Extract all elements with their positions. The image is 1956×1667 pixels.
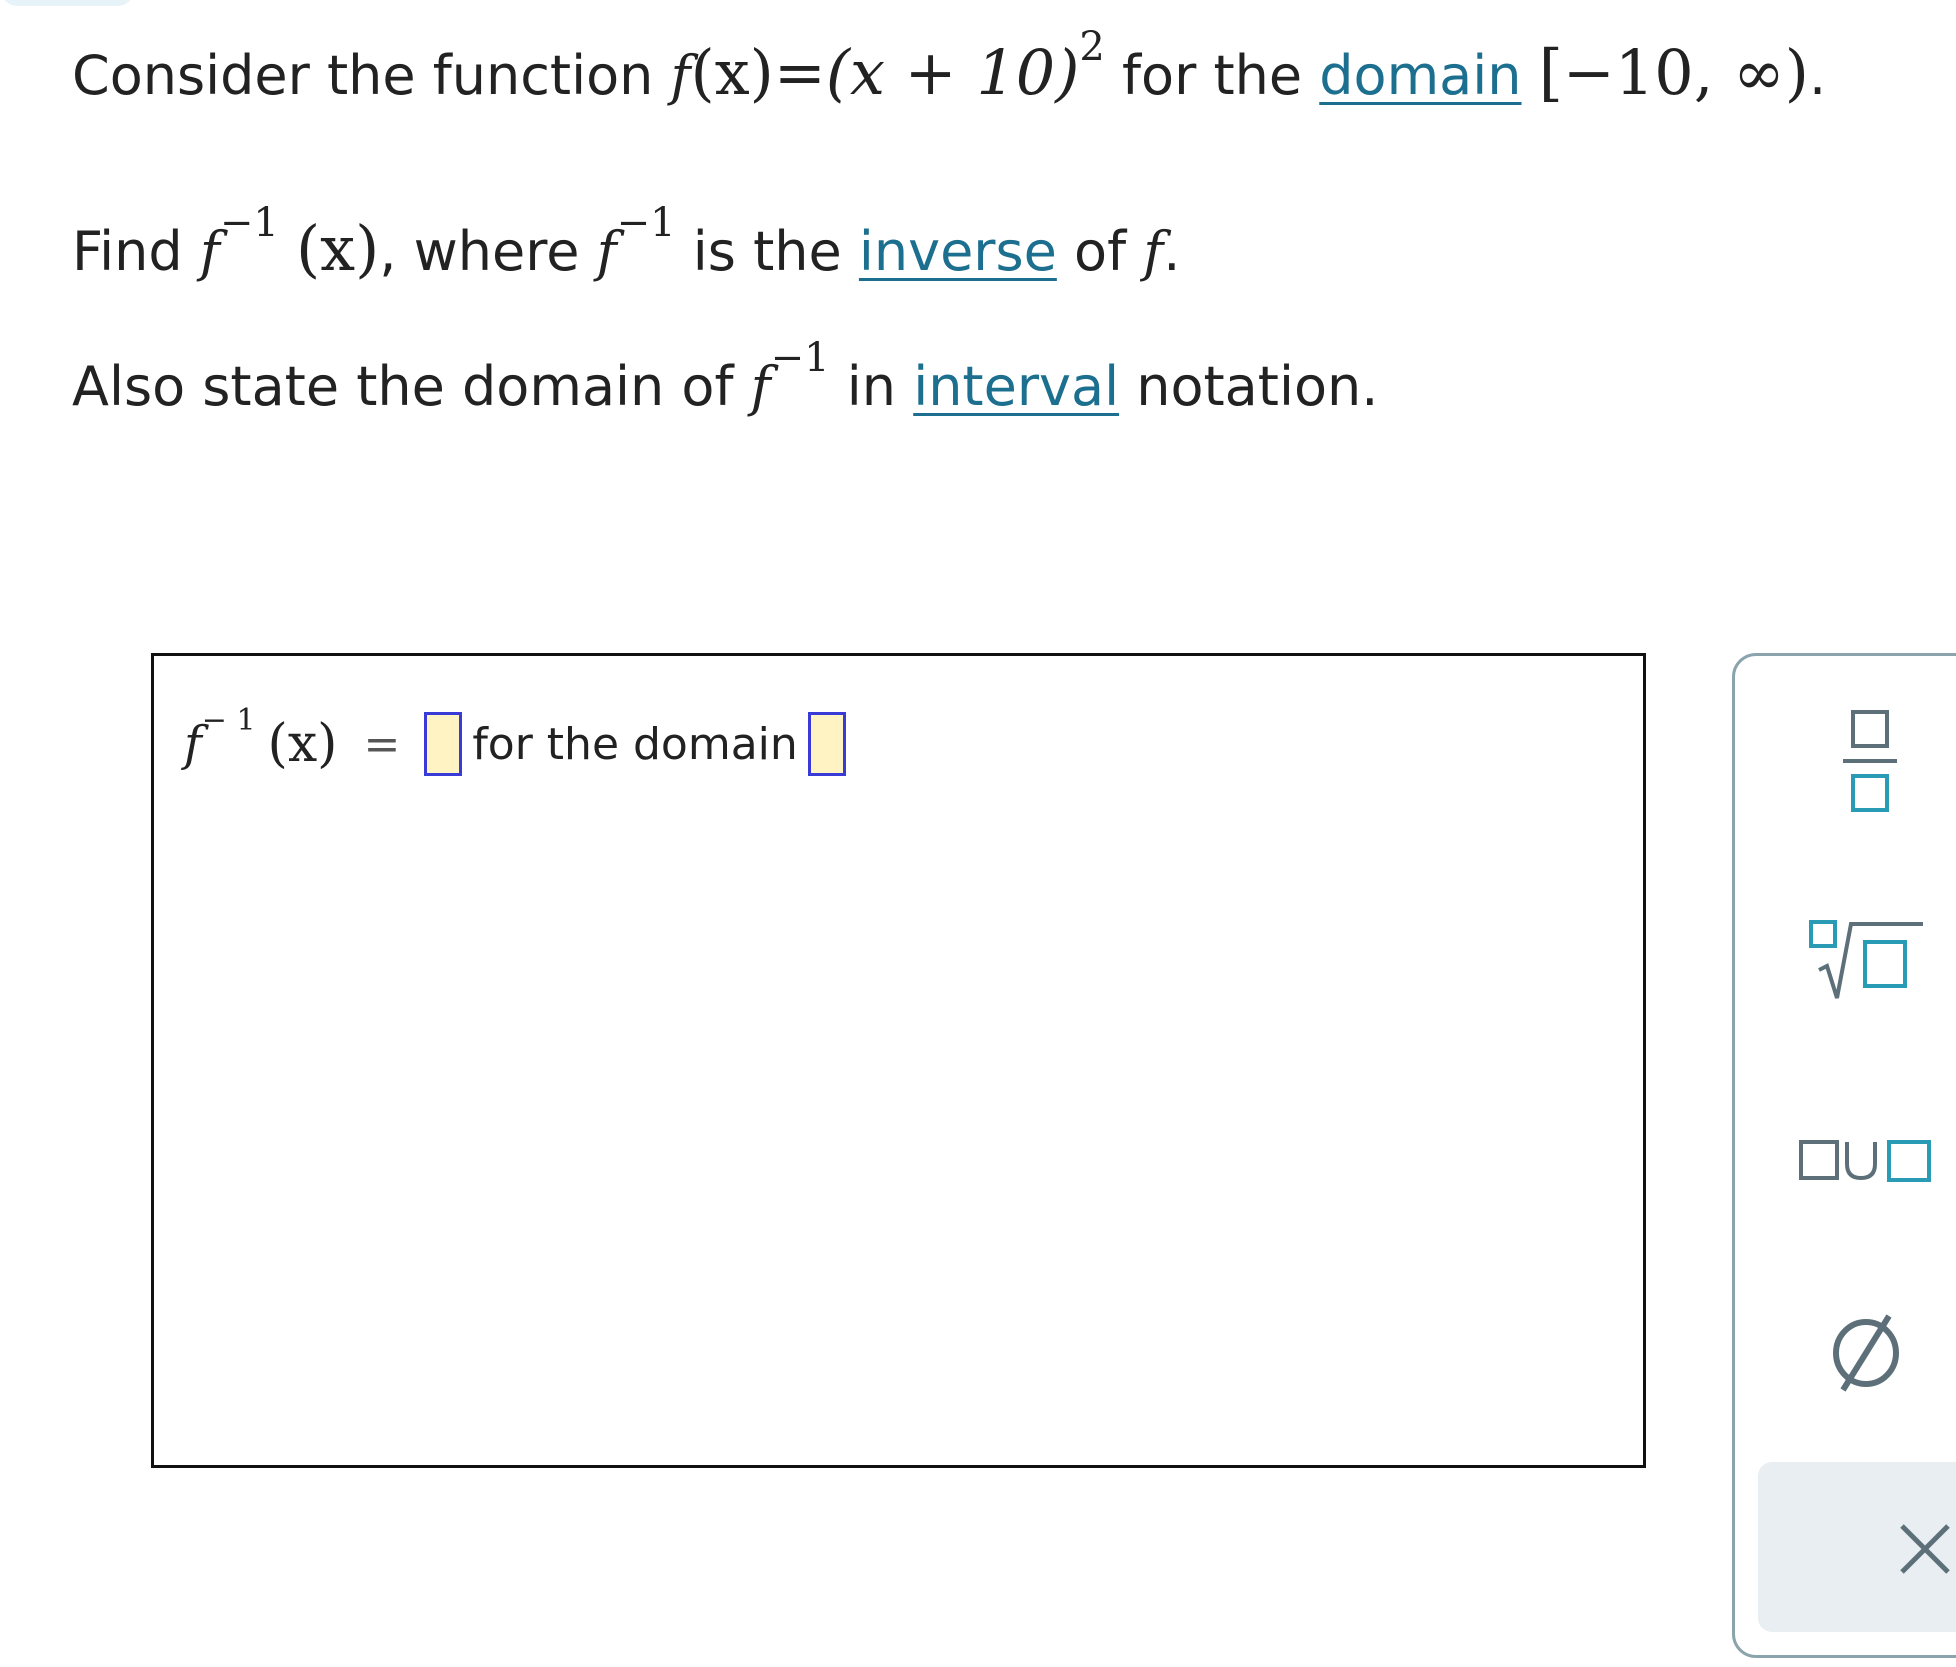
inverse-exponent-2: −1 xyxy=(616,200,676,246)
line1-mid: for the xyxy=(1122,44,1303,107)
empty-set-button[interactable] xyxy=(1821,1306,1911,1399)
line3-mid: in xyxy=(846,355,897,418)
problem-statement-line-3: Also state the domain of f−1 in interval… xyxy=(72,338,1378,414)
line3-end: notation. xyxy=(1136,355,1379,418)
inverse-arg: (x) xyxy=(295,212,380,285)
top-tab xyxy=(0,0,135,6)
inverse-exponent-3: −1 xyxy=(770,335,830,381)
nth-root-button[interactable] xyxy=(1807,918,1925,1007)
answer-box: f − 1 (x) = for the domain xyxy=(151,653,1646,1468)
function-exponent: 2 xyxy=(1079,24,1105,70)
math-toolbar xyxy=(1732,653,1956,1658)
for-the-domain-label: for the domain xyxy=(472,718,798,770)
union-button[interactable] xyxy=(1797,1132,1937,1191)
given-domain-interval: [−10, ∞) xyxy=(1538,36,1809,109)
inverse-exponent: −1 xyxy=(219,200,279,246)
line1-prefix: Consider the function xyxy=(72,44,654,107)
domain-link[interactable]: domain xyxy=(1319,44,1521,107)
equals-sign: = xyxy=(773,36,826,109)
inverse-function-input[interactable] xyxy=(424,712,463,776)
inverse-f: f xyxy=(199,220,220,283)
line3-prefix: Also state the domain of xyxy=(72,355,734,418)
line1-end: . xyxy=(1808,44,1827,107)
function-expression: (x + 10) xyxy=(825,36,1080,109)
close-icon xyxy=(1900,1524,1950,1574)
inverse-f-2: f xyxy=(596,220,617,283)
domain-input[interactable] xyxy=(807,712,846,776)
line2-prefix: Find xyxy=(72,220,183,283)
answer-equals: = xyxy=(363,718,401,770)
line2-mid2: is the xyxy=(692,220,842,283)
nth-root-icon xyxy=(1809,920,1923,999)
line2-mid3: of xyxy=(1074,220,1127,283)
fraction-icon xyxy=(1843,710,1897,812)
problem-statement-line-1: Consider the function f(x)=(x + 10)2 for… xyxy=(72,27,1827,107)
function-name: f xyxy=(670,44,691,107)
line2-end: . xyxy=(1163,220,1181,283)
function-arg: (x) xyxy=(690,36,774,109)
clear-button[interactable] xyxy=(1758,1462,1956,1632)
answer-f: f xyxy=(184,716,202,772)
f-symbol: f xyxy=(1143,220,1164,283)
fraction-button[interactable] xyxy=(1839,708,1901,821)
union-icon xyxy=(1799,1140,1931,1182)
problem-statement-line-2: Find f−1 (x), where f−1 is the inverse o… xyxy=(72,203,1181,283)
answer-row: f − 1 (x) = for the domain xyxy=(184,703,856,776)
line2-mid1: , where xyxy=(379,220,580,283)
interval-link[interactable]: interval xyxy=(913,355,1119,418)
empty-set-icon xyxy=(1833,1314,1899,1392)
answer-arg: (x) xyxy=(267,714,338,774)
answer-exponent: − 1 xyxy=(201,702,256,738)
inverse-f-3: f xyxy=(750,355,771,418)
inverse-link[interactable]: inverse xyxy=(859,220,1057,283)
